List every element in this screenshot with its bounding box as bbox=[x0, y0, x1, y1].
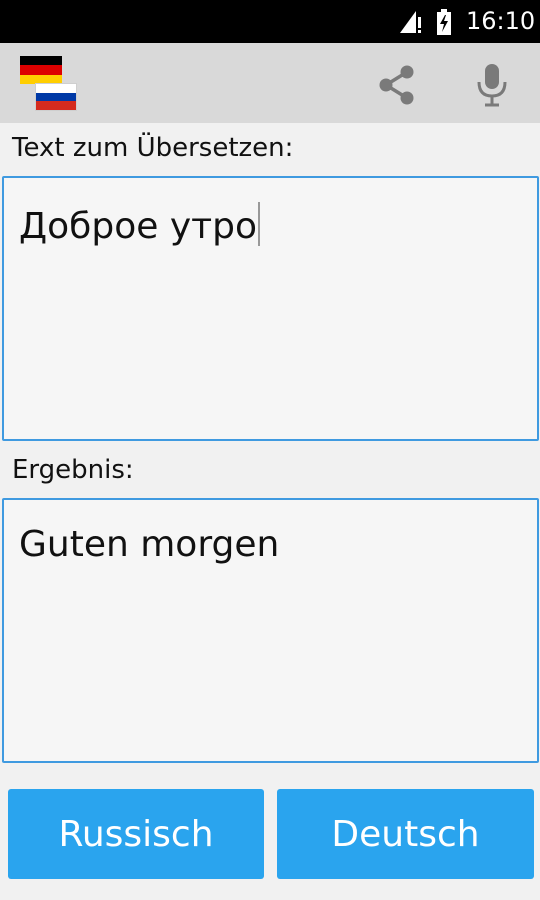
status-time: 16:10 bbox=[466, 7, 536, 35]
input-text-field[interactable]: Доброе утро bbox=[2, 176, 539, 441]
german-russian-flags-icon[interactable] bbox=[20, 56, 78, 112]
input-text-value: Доброе утро bbox=[19, 206, 257, 247]
result-text-field[interactable]: Guten morgen bbox=[2, 498, 539, 763]
source-language-button[interactable]: Russisch bbox=[8, 789, 264, 879]
input-label: Text zum Übersetzen: bbox=[12, 133, 294, 163]
battery-charging-icon bbox=[437, 9, 451, 35]
share-icon[interactable] bbox=[374, 62, 420, 108]
result-text-value: Guten morgen bbox=[19, 524, 280, 565]
status-bar: 16:10 bbox=[0, 0, 540, 43]
russian-flag-icon bbox=[35, 83, 77, 111]
text-cursor bbox=[257, 202, 260, 246]
microphone-icon[interactable] bbox=[474, 62, 510, 108]
result-label: Ergebnis: bbox=[12, 455, 134, 485]
german-flag-icon bbox=[20, 56, 62, 84]
signal-icon bbox=[400, 11, 421, 33]
action-bar bbox=[0, 43, 540, 123]
target-language-button[interactable]: Deutsch bbox=[277, 789, 534, 879]
